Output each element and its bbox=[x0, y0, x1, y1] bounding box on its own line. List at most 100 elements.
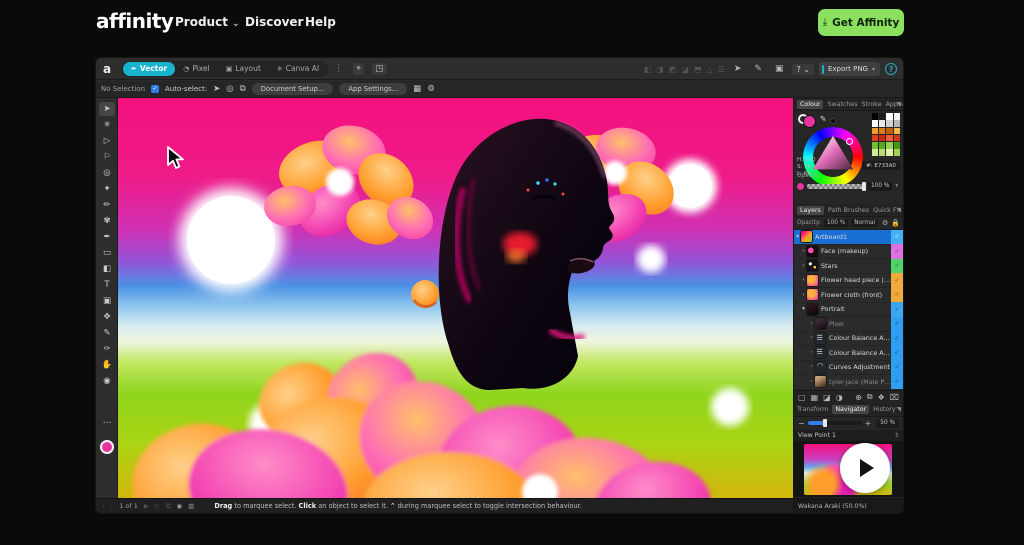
step-icon[interactable]: ▷ bbox=[155, 502, 160, 510]
layer-row-colour-balance-2[interactable]: ◦ Colour Balance Adjustment ✓ bbox=[794, 345, 903, 361]
swatch[interactable] bbox=[893, 134, 900, 142]
swatch[interactable] bbox=[886, 120, 893, 127]
tab-colour[interactable]: Colour bbox=[797, 99, 824, 109]
nav-product[interactable]: Product ⌄ bbox=[175, 15, 240, 29]
persona-tab-vector[interactable]: ✒ Vector bbox=[123, 61, 176, 76]
document-setup-button[interactable]: Document Setup... bbox=[251, 83, 334, 95]
swatch[interactable] bbox=[886, 113, 893, 120]
visibility-checkbox[interactable]: ✓ bbox=[891, 316, 903, 331]
hex-value[interactable]: #: E733A0 bbox=[862, 161, 900, 170]
persona-overflow-icon[interactable]: ⋮ bbox=[334, 64, 343, 74]
swatch[interactable] bbox=[878, 149, 886, 156]
zoom-slider-handle[interactable] bbox=[822, 419, 827, 427]
zoom-value[interactable]: 50 % bbox=[876, 418, 899, 428]
swatch[interactable] bbox=[893, 142, 900, 149]
add-layer-icon[interactable]: ⊕ bbox=[855, 393, 862, 402]
boolean-subtract-icon[interactable]: ◨ bbox=[656, 65, 664, 74]
blend-mode-select[interactable]: Normal bbox=[851, 219, 879, 227]
grid-icon[interactable]: ▦ bbox=[413, 84, 421, 94]
help-button[interactable]: ? bbox=[885, 63, 897, 75]
node-tool[interactable]: ▷ bbox=[99, 134, 115, 148]
order-icon[interactable]: ☰ bbox=[718, 65, 725, 74]
select-cursor-icon[interactable]: ➤ bbox=[213, 84, 220, 94]
new-group-icon[interactable]: ⧉ bbox=[867, 392, 873, 402]
corner-tool[interactable]: ✦ bbox=[99, 182, 115, 196]
tab-history[interactable]: History bbox=[873, 406, 895, 413]
layers-opacity-value[interactable]: 100 % bbox=[823, 219, 849, 227]
swatch[interactable] bbox=[886, 142, 893, 149]
layer-settings-icon[interactable]: ⚙ bbox=[882, 219, 888, 227]
layer-row-flower-head-piece[interactable]: › Flower head piece (front) ✓ bbox=[794, 273, 903, 288]
pointer-settings-icon[interactable]: ➤ bbox=[734, 64, 742, 74]
tab-layers[interactable]: Layers bbox=[797, 205, 824, 215]
frame-layer-icon[interactable]: ▦ bbox=[811, 393, 819, 402]
tab-stroke[interactable]: Stroke bbox=[862, 101, 882, 108]
text-tool[interactable]: T bbox=[99, 278, 115, 292]
artboard-tool[interactable]: ✳ bbox=[99, 118, 115, 132]
tab-navigator[interactable]: Navigator bbox=[832, 405, 870, 414]
mask-layer-icon[interactable]: ◪ bbox=[823, 393, 831, 402]
gear-icon[interactable]: ⚙ bbox=[427, 84, 435, 94]
quick-help-menu[interactable]: ? ⌄ bbox=[792, 63, 814, 75]
swatch[interactable] bbox=[886, 127, 893, 135]
boolean-add-icon[interactable]: ◧ bbox=[644, 65, 652, 74]
contour-tool[interactable]: ⚐ bbox=[99, 150, 115, 164]
panel-menu-icon[interactable]: ◥ bbox=[896, 101, 901, 108]
opacity-slider-handle[interactable] bbox=[862, 181, 866, 191]
opacity-caret-icon[interactable]: ▾ bbox=[895, 183, 898, 189]
export-png-button[interactable]: Export PNG ▾ bbox=[818, 62, 880, 76]
boolean-divide-icon[interactable]: ◪ bbox=[681, 65, 689, 74]
select-layers-icon[interactable]: ⧉ bbox=[240, 84, 246, 94]
swatch[interactable] bbox=[871, 120, 879, 127]
play-preview-icon[interactable]: ▶ bbox=[144, 502, 149, 510]
fill-stroke-well[interactable] bbox=[100, 440, 114, 454]
nav-help[interactable]: Help bbox=[305, 15, 336, 29]
tab-path-brushes[interactable]: Path Brushes bbox=[828, 207, 869, 214]
swatch[interactable] bbox=[886, 134, 893, 142]
layer-row-colour-balance-1[interactable]: ◦ Colour Balance Adjustment ✓ bbox=[794, 331, 903, 346]
layer-row-portrait[interactable]: ▾ Portrait ✓ bbox=[794, 302, 903, 317]
swatch[interactable] bbox=[886, 149, 893, 156]
visibility-checkbox[interactable]: ✓ bbox=[891, 374, 903, 389]
frame-tool[interactable]: ▣ bbox=[99, 294, 115, 308]
expand-icon[interactable]: › bbox=[800, 277, 807, 283]
tab-transform[interactable]: Transform bbox=[797, 406, 828, 413]
more-tools-button[interactable]: ⋯ bbox=[99, 416, 115, 430]
lock-icon[interactable]: 🔒 bbox=[891, 219, 900, 227]
transform-tool[interactable]: ✥ bbox=[99, 310, 115, 324]
next-page-icon[interactable]: › bbox=[111, 502, 114, 510]
visibility-checkbox[interactable]: ✓ bbox=[891, 331, 903, 346]
swatch[interactable] bbox=[871, 149, 879, 156]
swatch[interactable] bbox=[878, 113, 886, 120]
zoom-status-icon[interactable]: ◉ bbox=[177, 502, 183, 510]
swatch[interactable] bbox=[893, 113, 900, 120]
prev-page-icon[interactable]: ‹ bbox=[102, 502, 105, 510]
snapping-icon[interactable]: ⌖ bbox=[353, 62, 365, 75]
swatch[interactable] bbox=[871, 113, 879, 120]
boolean-combine-icon[interactable]: ⬒ bbox=[694, 65, 702, 74]
swatch[interactable] bbox=[893, 127, 900, 135]
expand-icon[interactable]: › bbox=[800, 248, 807, 254]
swatch[interactable] bbox=[871, 142, 879, 149]
expand-icon[interactable]: ▾ bbox=[794, 234, 801, 240]
layer-row-photo[interactable]: ◦ tyler-jace (Male Portra... ✓ bbox=[794, 374, 903, 390]
eyedropper-icon[interactable]: ✐ bbox=[818, 115, 827, 122]
layer-row-artboard1[interactable]: ▾ Artboard1 ✓ bbox=[794, 229, 903, 245]
layer-row-flower-cloth[interactable]: › Flower cloth (front) ✓ bbox=[794, 287, 903, 303]
expand-icon[interactable]: › bbox=[800, 292, 807, 298]
affinity-app-icon[interactable]: a bbox=[96, 62, 118, 76]
zoom-in-button[interactable]: + bbox=[865, 419, 872, 428]
fill-tool[interactable]: ✎ bbox=[99, 326, 115, 340]
boolean-intersect-icon[interactable]: ◩ bbox=[669, 65, 677, 74]
vector-brush-tool[interactable]: ✾ bbox=[99, 214, 115, 228]
swatch[interactable] bbox=[878, 142, 886, 149]
layer-row-face-makeup[interactable]: › Face (makeup) ✓ bbox=[794, 244, 903, 259]
view-point-row[interactable]: View Point 1 ⇕ bbox=[794, 430, 903, 442]
play-button[interactable] bbox=[840, 442, 890, 493]
panel-menu-icon[interactable]: ◥ bbox=[896, 207, 901, 214]
colour-handle[interactable] bbox=[846, 138, 853, 145]
snapshot-icon[interactable]: ⧉ bbox=[166, 502, 171, 511]
swatch[interactable] bbox=[878, 127, 886, 135]
panel-menu-icon[interactable]: ◥ bbox=[896, 406, 901, 413]
swatch[interactable] bbox=[871, 134, 879, 142]
